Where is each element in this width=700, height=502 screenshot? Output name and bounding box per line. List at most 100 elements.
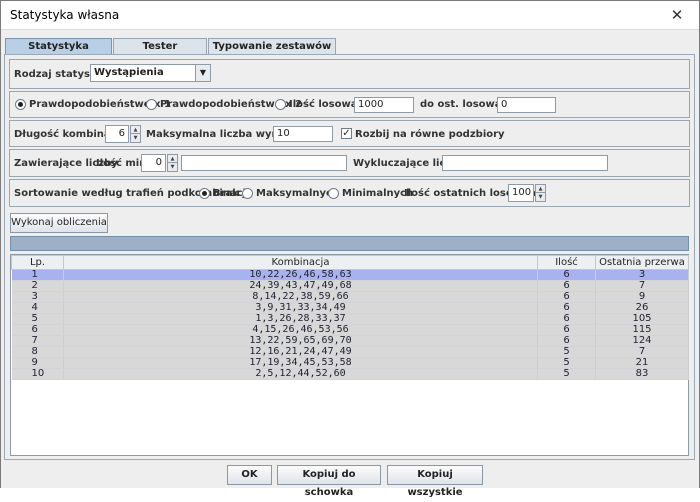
sort-min-label: Minimalnych: [342, 188, 414, 199]
table-row[interactable]: 6 4,15,26,46,53,56 6 115: [11, 324, 689, 336]
footer-bar: OK Kopiuj do schowka Kopiuj wszystkie: [1, 461, 699, 498]
table-row[interactable]: 5 1,3,26,28,33,37 6 105: [11, 313, 689, 325]
cell-ilosc: 5: [537, 357, 596, 369]
spin-down-icon[interactable]: ▼: [168, 163, 177, 171]
tab-statystyka-kombinacji[interactable]: Statystyka kombinacji: [5, 38, 112, 67]
radio-sort-max[interactable]: [242, 188, 253, 199]
header-kombinacja[interactable]: Kombinacja: [63, 255, 538, 270]
close-icon[interactable]: ✕: [655, 1, 699, 29]
length-spinner[interactable]: ▲ ▼: [130, 125, 141, 143]
cell-ilosc: 6: [537, 313, 596, 325]
include-numbers-input[interactable]: [181, 155, 347, 171]
stat-type-value: Wystąpienia: [94, 67, 164, 78]
cell-ostatnia-przerwa: 21: [595, 357, 689, 369]
draw-count-input[interactable]: 1000: [354, 97, 414, 113]
split-label: Rozbij na równe podzbiory: [355, 129, 505, 140]
copy-all-button[interactable]: Kopiuj wszystkie: [387, 465, 483, 498]
cell-kombinacja: 8,14,22,38,59,66: [63, 291, 538, 303]
radio-prob-x1[interactable]: [15, 99, 26, 110]
ok-button[interactable]: OK: [227, 465, 272, 485]
radio-prob-x2[interactable]: [146, 99, 157, 110]
cell-ostatnia-przerwa: 26: [595, 302, 689, 314]
radio-sort-min[interactable]: [328, 188, 339, 199]
header-ostatnia-przerwa[interactable]: Ostatnia przerwa: [595, 255, 689, 270]
table-row[interactable]: 10 2,5,12,44,52,60 5 83: [11, 368, 689, 380]
radio-sort-none[interactable]: [199, 188, 210, 199]
cell-ilosc: 5: [537, 346, 596, 358]
cell-ilosc: 6: [537, 269, 596, 281]
progress-bar: [10, 236, 689, 251]
cell-kombinacja: 1,3,26,28,33,37: [63, 313, 538, 325]
sort-max-label: Maksymalnych: [256, 188, 340, 199]
cell-ilosc: 6: [537, 291, 596, 303]
cell-kombinacja: 13,22,59,65,69,70: [63, 335, 538, 347]
sorting-panel: Sortowanie według trafień podkombinacji:…: [9, 179, 690, 207]
spin-up-icon[interactable]: ▲: [536, 185, 545, 193]
spin-up-icon[interactable]: ▲: [131, 126, 140, 134]
table-row[interactable]: 3 8,14,22,38,59,66 6 9: [11, 291, 689, 303]
tab-content: Rodzaj statystyki Wystąpienia ▼ Prawdopo…: [4, 54, 695, 460]
spin-down-icon[interactable]: ▼: [536, 193, 545, 201]
cell-kombinacja: 3,9,31,33,34,49: [63, 302, 538, 314]
cell-lp: 7: [11, 335, 64, 347]
max-results-input[interactable]: 10: [273, 126, 333, 142]
sort-none-label: Brak: [213, 188, 239, 199]
min-count-input[interactable]: 0: [141, 154, 166, 172]
cell-kombinacja: 17,19,34,45,53,58: [63, 357, 538, 369]
cell-lp: 3: [11, 291, 64, 303]
tab-typowanie-zestawow[interactable]: Typowanie zestawów liczb: [208, 38, 336, 67]
cell-kombinacja: 4,15,26,46,53,56: [63, 324, 538, 336]
table-body: 1 10,22,26,46,58,63 6 3 2 24,39,43,47,49,68 6 7…: [11, 269, 689, 380]
chevron-down-icon[interactable]: ▼: [195, 65, 210, 81]
cell-lp: 2: [11, 280, 64, 292]
tab-tester-kombinacji[interactable]: Tester kombinacji: [113, 38, 207, 67]
include-panel: Zawierające liczby Ilość min. 0 ▲ ▼ Wykl…: [9, 149, 690, 177]
table-row[interactable]: 2 24,39,43,47,49,68 6 7: [11, 280, 689, 292]
probability-panel: Prawdopodobieństwo x 1 Prawdopodobieństw…: [9, 91, 690, 118]
header-lp[interactable]: Lp.: [11, 255, 64, 270]
cell-lp: 10: [11, 368, 64, 380]
results-table: Lp. Kombinacja Ilość Ostatnia przerwa 11…: [10, 254, 689, 456]
cell-lp: 5: [11, 313, 64, 325]
cell-ostatnia-przerwa: 7: [595, 346, 689, 358]
radio-draw-count[interactable]: [275, 99, 286, 110]
table-row[interactable]: 9 17,19,34,45,53,58 5 21: [11, 357, 689, 369]
cell-lp: 9: [11, 357, 64, 369]
table-row[interactable]: 4 3,9,31,33,34,49 6 26: [11, 302, 689, 314]
split-checkbox[interactable]: ✓: [341, 128, 352, 139]
cell-kombinacja: 2,5,12,44,52,60: [63, 368, 538, 380]
table-row[interactable]: 7 13,22,59,65,69,70 6 124: [11, 335, 689, 347]
cell-lp: 1: [11, 269, 64, 281]
title-bar: Statystyka własna ✕: [1, 1, 699, 30]
cell-lp: 8: [11, 346, 64, 358]
cell-ilosc: 6: [537, 302, 596, 314]
window-title: Statystyka własna: [10, 8, 120, 22]
spin-up-icon[interactable]: ▲: [168, 155, 177, 163]
copy-clipboard-button[interactable]: Kopiuj do schowka: [277, 465, 381, 498]
header-ilosc[interactable]: Ilość: [537, 255, 596, 270]
table-row[interactable]: 1 10,22,26,46,58,63 6 3: [11, 269, 689, 281]
table-header-row: Lp. Kombinacja Ilość Ostatnia przerwa: [11, 255, 689, 270]
cell-lp: 6: [11, 324, 64, 336]
since-last-input[interactable]: 0: [497, 97, 556, 113]
length-input[interactable]: 6: [105, 125, 129, 143]
spin-down-icon[interactable]: ▼: [131, 134, 140, 142]
compute-button[interactable]: Wykonaj obliczenia: [10, 213, 108, 233]
cell-ilosc: 6: [537, 280, 596, 292]
min-count-spinner[interactable]: ▲ ▼: [167, 154, 178, 172]
cell-ostatnia-przerwa: 3: [595, 269, 689, 281]
cell-ilosc: 5: [537, 368, 596, 380]
cell-kombinacja: 12,16,21,24,47,49: [63, 346, 538, 358]
cell-ostatnia-przerwa: 9: [595, 291, 689, 303]
cell-ostatnia-przerwa: 105: [595, 313, 689, 325]
table-row[interactable]: 8 12,16,21,24,47,49 5 7: [11, 346, 689, 358]
last-draws-input[interactable]: 100: [508, 184, 534, 202]
stat-type-select[interactable]: Wystąpienia ▼: [90, 64, 211, 82]
exclude-numbers-input[interactable]: [442, 155, 608, 171]
cell-lp: 4: [11, 302, 64, 314]
cell-kombinacja: 10,22,26,46,58,63: [63, 269, 538, 281]
cell-ostatnia-przerwa: 115: [595, 324, 689, 336]
last-draws-spinner[interactable]: ▲ ▼: [535, 184, 546, 202]
cell-ostatnia-przerwa: 124: [595, 335, 689, 347]
cell-ostatnia-przerwa: 83: [595, 368, 689, 380]
